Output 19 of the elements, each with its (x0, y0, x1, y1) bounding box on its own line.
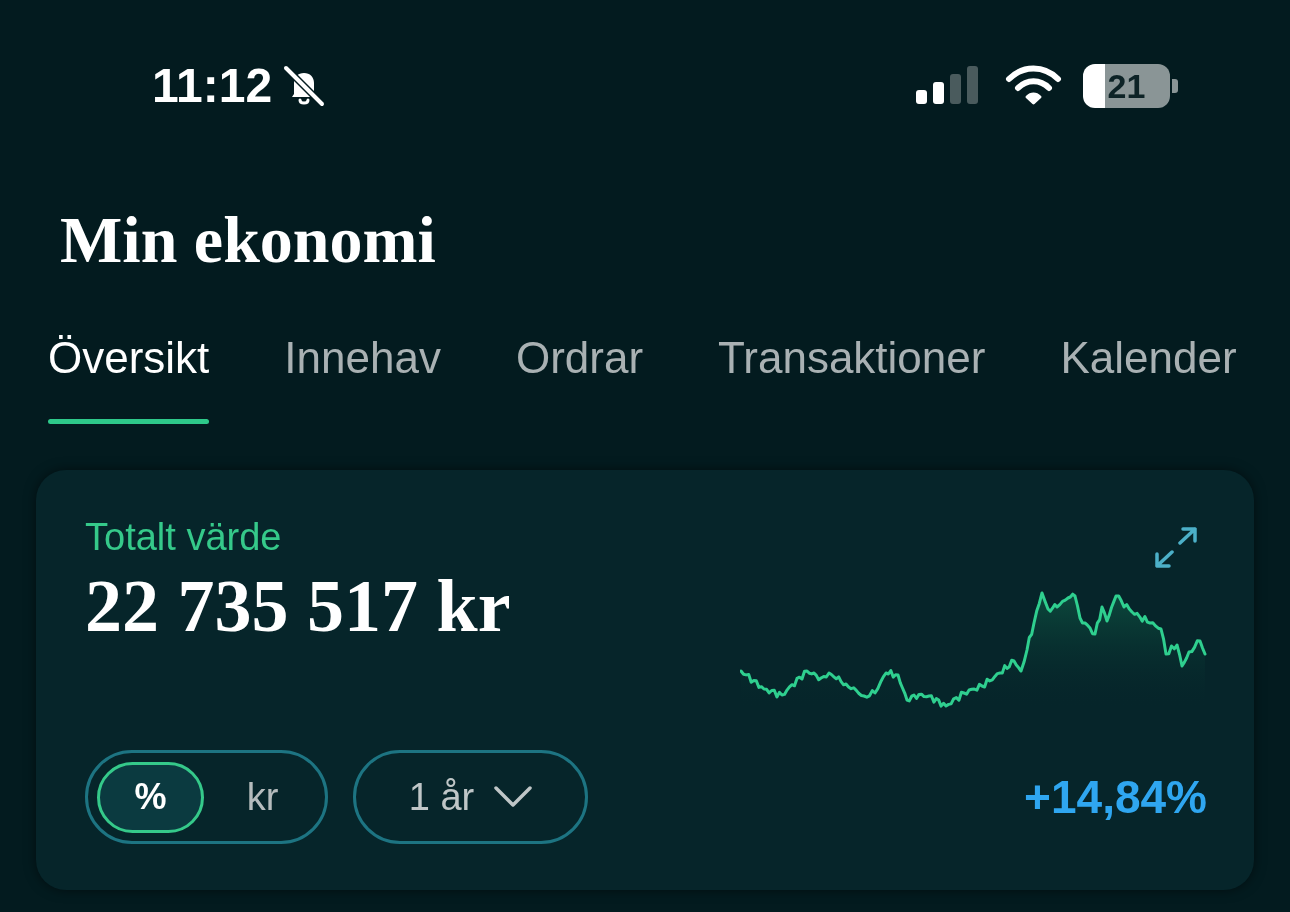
signal-icon (916, 66, 980, 106)
period-dropdown[interactable]: 1 år (353, 750, 588, 844)
total-value-label: Totalt värde (85, 515, 283, 559)
change-percentage: +14,84% (1024, 771, 1207, 823)
expand-icon[interactable] (1155, 527, 1197, 568)
tab[interactable]: Kalender (1060, 334, 1237, 424)
status-time: 11:12 (152, 62, 273, 110)
tab[interactable]: Transaktioner (718, 334, 986, 424)
page-title: Min ekonomi (60, 207, 437, 273)
wifi-icon (1005, 65, 1062, 107)
unit-option[interactable]: % (97, 761, 204, 833)
chevron-down-icon (494, 786, 533, 808)
tab[interactable]: Ordrar (515, 334, 644, 424)
total-value: 22 735 517 kr (85, 566, 511, 646)
bell-slash-icon (282, 64, 327, 108)
battery-percentage: 21 (1107, 69, 1146, 103)
tab[interactable]: Innehav (284, 334, 441, 424)
tab[interactable]: Översikt (48, 334, 210, 424)
unit-option[interactable]: kr (209, 761, 316, 833)
